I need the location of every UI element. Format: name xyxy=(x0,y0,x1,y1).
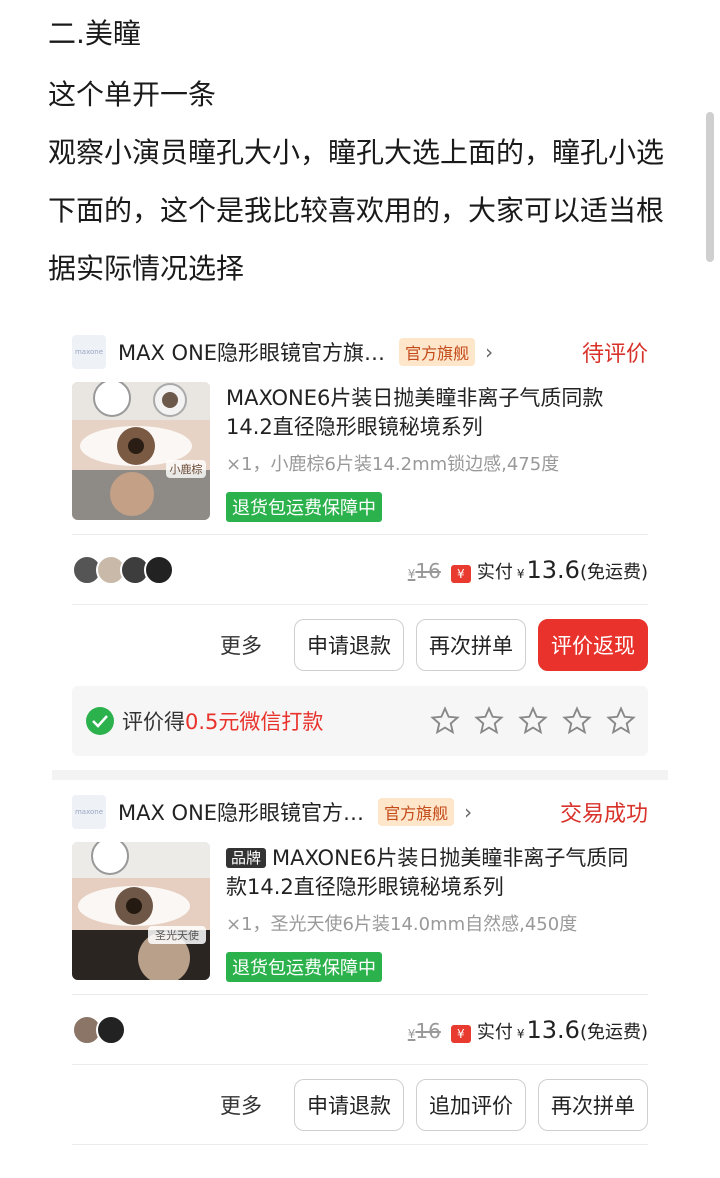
product-spec: ×1，小鹿棕6片装14.2mm锁边感,475度 xyxy=(226,454,560,475)
currency-symbol: ¥ xyxy=(516,567,525,581)
buyer-avatars xyxy=(72,1015,126,1045)
product-row[interactable]: 圣光天使 品牌 MAXONE6片装日抛美瞳非离子气质同款14.2直径隐形眼镜秘境系… xyxy=(72,842,648,982)
order-status: 待评价 xyxy=(581,342,648,367)
shipping-note: (免运费) xyxy=(579,562,648,583)
refund-button[interactable]: 申请退款 xyxy=(294,1079,404,1131)
star-icon[interactable] xyxy=(562,706,592,736)
paid-icon: ¥ xyxy=(450,1025,471,1043)
refund-button[interactable]: 申请退款 xyxy=(294,619,404,671)
article-paragraph-2: 观察小演员瞳孔大小，瞳孔大选上面的，瞳孔小选下面的，这个是我比较喜欢用的，大家可… xyxy=(48,136,665,285)
shop-row[interactable]: maxone MAX ONE隐形眼镜官方旗… 官方旗舰 › 待评价 xyxy=(72,332,648,372)
price-row: ¥16 ¥ 实付 ¥ 13.6 (免运费) xyxy=(72,548,648,592)
official-store-badge: 官方旗舰 xyxy=(399,338,476,366)
original-price: ¥16 xyxy=(407,559,441,583)
shop-row[interactable]: maxone MAX ONE隐形眼镜官方… 官方旗舰 › 交易成功 xyxy=(72,792,648,832)
paid-amount: 13.6 xyxy=(526,1016,580,1044)
divider xyxy=(72,534,648,535)
divider xyxy=(72,604,648,605)
shop-name[interactable]: MAX ONE隐形眼镜官方旗… xyxy=(118,337,385,367)
buyer-avatars xyxy=(72,555,174,585)
review-cashback-button[interactable]: 评价返现 xyxy=(538,619,648,671)
add-review-button[interactable]: 追加评价 xyxy=(416,1079,526,1131)
paid-label: 实付 xyxy=(476,562,513,583)
brand-tag: 品牌 xyxy=(226,848,267,868)
order-card-1: maxone MAX ONE隐形眼镜官方旗… 官方旗舰 › 待评价 小鹿棕 MA… xyxy=(52,322,668,778)
more-button[interactable]: 更多 xyxy=(220,1090,262,1120)
reorder-button[interactable]: 再次拼单 xyxy=(416,619,526,671)
more-button[interactable]: 更多 xyxy=(220,630,262,660)
thumb-label: 小鹿棕 xyxy=(170,462,203,476)
thumb-label: 圣光天使 xyxy=(155,928,199,942)
return-shipping-guarantee-badge: 退货包运费保障中 xyxy=(226,952,382,982)
divider xyxy=(72,1064,648,1065)
star-icon[interactable] xyxy=(518,706,548,736)
product-image[interactable]: 小鹿棕 xyxy=(72,382,210,520)
avatar xyxy=(96,1015,126,1045)
product-row[interactable]: 小鹿棕 MAXONE6片装日抛美瞳非离子气质同款14.2直径隐形眼镜秘境系列 ×… xyxy=(72,382,648,522)
star-icon[interactable] xyxy=(474,706,504,736)
action-buttons: 更多 申请退款 再次拼单 评价返现 xyxy=(72,618,648,672)
product-spec: ×1，圣光天使6片装14.0mm自然感,450度 xyxy=(226,914,578,935)
action-buttons: 更多 申请退款 追加评价 再次拼单 xyxy=(72,1078,648,1132)
order-separator xyxy=(52,770,668,780)
currency-symbol: ¥ xyxy=(516,1027,525,1041)
product-title[interactable]: MAXONE6片装日抛美瞳非离子气质同款14.2直径隐形眼镜秘境系列 xyxy=(226,384,648,442)
shop-logo: maxone xyxy=(72,795,106,829)
paid-amount: 13.6 xyxy=(526,556,580,584)
product-title-text[interactable]: MAXONE6片装日抛美瞳非离子气质同款14.2直径隐形眼镜秘境系列 xyxy=(226,846,628,899)
review-reward-prefix: 评价得 xyxy=(122,710,185,734)
avatar xyxy=(144,555,174,585)
scrollbar[interactable] xyxy=(706,112,714,262)
review-reward-amount: 0.5元微信打款 xyxy=(185,710,324,734)
review-reward-box[interactable]: 评价得 0.5元微信打款 xyxy=(72,686,648,756)
price-info: ¥16 ¥ 实付 ¥ 13.6 (免运费) xyxy=(408,1016,648,1044)
reorder-button[interactable]: 再次拼单 xyxy=(538,1079,648,1131)
order-card-2: maxone MAX ONE隐形眼镜官方… 官方旗舰 › 交易成功 圣光天使 品… xyxy=(52,782,668,1154)
wechat-icon xyxy=(86,707,114,735)
paid-label: 实付 xyxy=(476,1022,513,1043)
chevron-right-icon[interactable]: › xyxy=(464,800,472,824)
rating-stars[interactable] xyxy=(430,706,636,736)
order-status: 交易成功 xyxy=(559,802,648,827)
price-info: ¥16 ¥ 实付 ¥ 13.6 (免运费) xyxy=(408,556,648,584)
official-store-badge: 官方旗舰 xyxy=(378,798,455,826)
paid-icon: ¥ xyxy=(450,565,471,583)
price-row: ¥16 ¥ 实付 ¥ 13.6 (免运费) xyxy=(72,1008,648,1052)
shop-name[interactable]: MAX ONE隐形眼镜官方… xyxy=(118,797,364,827)
shop-logo: maxone xyxy=(72,335,106,369)
return-shipping-guarantee-badge: 退货包运费保障中 xyxy=(226,492,382,522)
chevron-right-icon[interactable]: › xyxy=(485,340,493,364)
original-price: ¥16 xyxy=(407,1019,441,1043)
product-title[interactable]: 品牌 MAXONE6片装日抛美瞳非离子气质同款14.2直径隐形眼镜秘境系列 xyxy=(226,844,648,902)
article-paragraph-1: 这个单开一条 xyxy=(48,78,217,111)
page-title: 二.美瞳 xyxy=(48,17,141,50)
star-icon[interactable] xyxy=(606,706,636,736)
divider xyxy=(72,994,648,995)
shipping-note: (免运费) xyxy=(579,1022,648,1043)
star-icon[interactable] xyxy=(430,706,460,736)
product-image[interactable]: 圣光天使 xyxy=(72,842,210,980)
divider xyxy=(72,1144,648,1145)
